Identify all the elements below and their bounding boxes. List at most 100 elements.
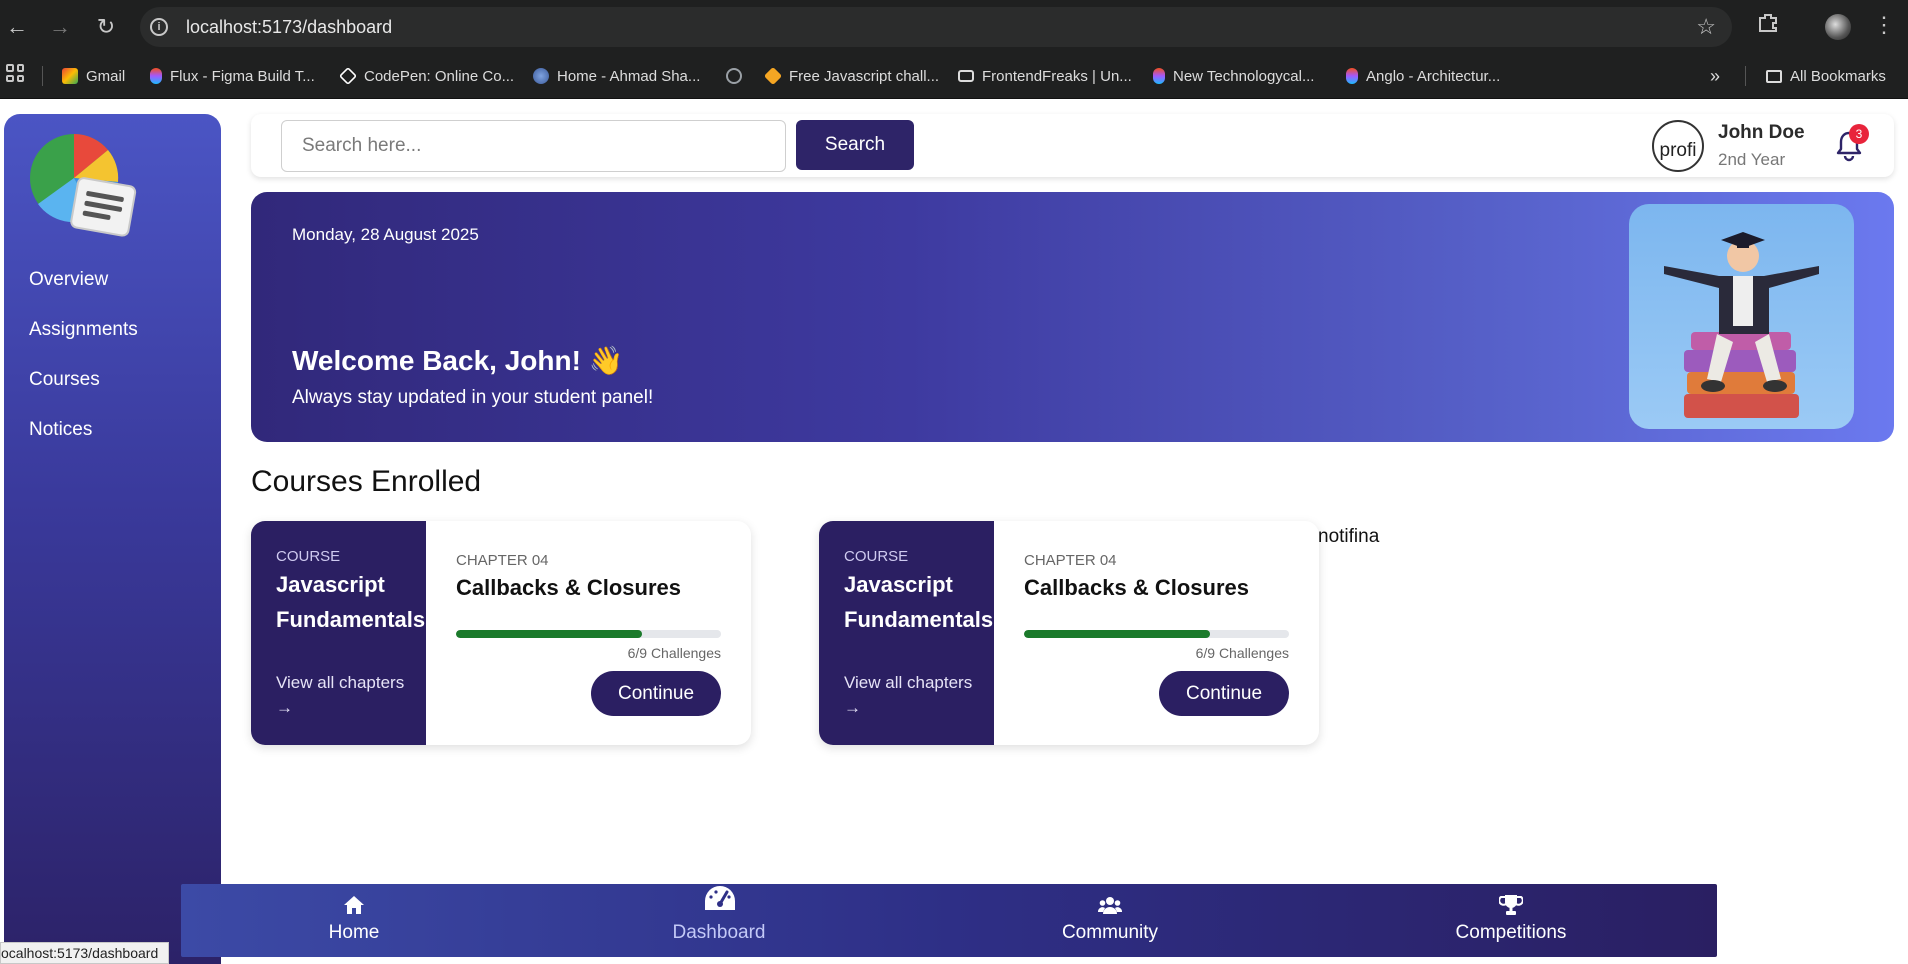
chapter-number: CHAPTER 04: [456, 552, 549, 569]
status-bar-url: ocalhost:5173/dashboard: [0, 942, 170, 964]
course-card-sidebar: COURSE Javascript Fundamentals View all …: [819, 521, 994, 745]
bookmark-globe[interactable]: [726, 65, 750, 87]
progress-bar: [1024, 630, 1289, 638]
bookmark-new-tech[interactable]: New Technologycal...: [1153, 65, 1314, 87]
chapter-number: CHAPTER 04: [1024, 552, 1117, 569]
bottom-nav-competitions[interactable]: Competitions: [1411, 884, 1611, 957]
welcome-subtitle: Always stay updated in your student pane…: [292, 387, 654, 408]
back-arrow-icon[interactable]: ←: [2, 12, 32, 42]
users-icon: [1097, 894, 1123, 916]
browser-menu-icon[interactable]: ⋮: [1873, 12, 1895, 38]
bottom-nav-community[interactable]: Community: [1010, 884, 1210, 957]
bookmark-home-ahmad[interactable]: Home - Ahmad Sha...: [533, 65, 700, 87]
reload-icon[interactable]: ↻: [91, 12, 121, 42]
continue-button[interactable]: Continue: [1159, 671, 1289, 716]
course-card: COURSE Javascript Fundamentals View all …: [251, 521, 751, 745]
browser-profile-avatar[interactable]: [1825, 14, 1851, 40]
bottom-nav-home[interactable]: Home: [254, 884, 454, 957]
user-year: 2nd Year: [1718, 150, 1786, 169]
address-bar[interactable]: i localhost:5173/dashboard ☆: [140, 7, 1732, 47]
bottom-nav-dashboard[interactable]: Dashboard: [619, 884, 819, 957]
welcome-title: Welcome Back, John! 👋: [292, 345, 624, 376]
chapter-title: Callbacks & Closures: [456, 575, 681, 600]
search-input[interactable]: [281, 120, 786, 172]
figma-icon: [150, 68, 162, 84]
bookmark-flux[interactable]: Flux - Figma Build T...: [150, 65, 315, 87]
bookmark-label: Flux - Figma Build T...: [170, 67, 315, 85]
bottom-nav-label: Community: [1061, 922, 1159, 943]
avatar[interactable]: profi: [1652, 120, 1704, 172]
notification-text: notifina: [1318, 526, 1380, 547]
home-icon: [342, 894, 366, 916]
gmail-icon: [62, 68, 78, 84]
bottom-nav-label: Dashboard: [672, 922, 766, 943]
course-kicker: COURSE: [844, 548, 909, 565]
notification-badge: 3: [1849, 124, 1869, 144]
folder-icon: [1766, 69, 1782, 83]
bookmark-gmail[interactable]: Gmail: [62, 65, 125, 87]
trophy-icon: [1498, 894, 1524, 916]
bookmark-label: Gmail: [86, 67, 126, 85]
view-all-chapters-link[interactable]: View all chapters →: [276, 670, 416, 720]
user-name: John Doe: [1718, 122, 1805, 143]
sidebar-item-notices[interactable]: Notices: [29, 419, 92, 441]
globe-photo-icon: [533, 68, 549, 84]
course-card-sidebar: COURSE Javascript Fundamentals View all …: [251, 521, 426, 745]
codepen-icon: [338, 66, 358, 86]
bookmark-label: FrontendFreaks | Un...: [982, 67, 1132, 85]
bookmark-divider: [1745, 66, 1746, 86]
bottom-nav-label: Competitions: [1455, 922, 1567, 943]
continue-button[interactable]: Continue: [591, 671, 721, 716]
challenges-count: 6/9 Challenges: [1195, 645, 1289, 661]
course-name: Javascript Fundamentals: [844, 572, 994, 632]
bookmark-divider: [42, 66, 43, 86]
challenges-count: 6/9 Challenges: [627, 645, 721, 661]
all-bookmarks[interactable]: All Bookmarks: [1766, 65, 1886, 87]
bookmarks-bar: Gmail Flux - Figma Build T... CodePen: O…: [0, 54, 1908, 99]
bookmark-codepen[interactable]: CodePen: Online Co...: [338, 65, 515, 87]
course-name: Javascript Fundamentals: [276, 572, 426, 632]
bottom-nav: Home Dashboard Community Competitions: [181, 884, 1717, 957]
site-info-icon[interactable]: i: [150, 18, 168, 36]
sidebar-item-assignments[interactable]: Assignments: [29, 319, 138, 341]
apps-grid-icon[interactable]: [6, 64, 24, 82]
globe-icon: [726, 68, 742, 84]
bookmark-label: Free Javascript chall...: [789, 67, 940, 85]
sidebar-item-courses[interactable]: Courses: [29, 369, 100, 391]
extensions-icon[interactable]: [1757, 12, 1779, 40]
course-card: COURSE Javascript Fundamentals View all …: [819, 521, 1319, 745]
forward-arrow-icon[interactable]: →: [45, 12, 75, 42]
bottom-nav-label: Home: [328, 922, 380, 943]
figma-icon: [1346, 68, 1358, 84]
graduate-illustration: [1629, 204, 1854, 429]
bookmark-anglo[interactable]: Anglo - Architectur...: [1346, 65, 1500, 87]
monitor-icon: [958, 70, 974, 82]
welcome-banner: Monday, 28 August 2025 Welcome Back, Joh…: [251, 192, 1894, 442]
bookmarks-overflow-icon[interactable]: »: [1710, 65, 1720, 87]
bookmark-frontendfreaks[interactable]: FrontendFreaks | Un...: [958, 65, 1132, 87]
sidebar: Overview Assignments Courses Notices: [4, 114, 221, 964]
bookmark-free-js[interactable]: Free Javascript chall...: [763, 65, 940, 87]
chapter-title: Callbacks & Closures: [1024, 575, 1249, 600]
app-logo: [26, 130, 138, 242]
diamond-icon: [763, 66, 783, 86]
address-url[interactable]: localhost:5173/dashboard: [186, 17, 392, 38]
dashboard-gauge-icon: [703, 884, 737, 912]
bookmark-label: CodePen: Online Co...: [364, 67, 515, 85]
current-date: Monday, 28 August 2025: [292, 225, 479, 244]
bookmark-label: New Technologycal...: [1173, 67, 1315, 85]
progress-fill: [1024, 630, 1210, 638]
course-kicker: COURSE: [276, 548, 341, 565]
bookmark-label: Anglo - Architectur...: [1366, 67, 1501, 85]
bookmark-star-icon[interactable]: ☆: [1696, 14, 1716, 40]
all-bookmarks-label: All Bookmarks: [1790, 67, 1886, 85]
figma-icon: [1153, 68, 1165, 84]
bookmark-label: Home - Ahmad Sha...: [557, 67, 701, 85]
view-all-chapters-link[interactable]: View all chapters →: [844, 670, 984, 720]
progress-fill: [456, 630, 642, 638]
progress-bar: [456, 630, 721, 638]
sidebar-item-overview[interactable]: Overview: [29, 269, 108, 291]
search-button[interactable]: Search: [796, 120, 914, 170]
courses-enrolled-title: Courses Enrolled: [251, 465, 482, 498]
browser-toolbar: ← → ↻ i localhost:5173/dashboard ☆ ⋮: [0, 0, 1908, 54]
